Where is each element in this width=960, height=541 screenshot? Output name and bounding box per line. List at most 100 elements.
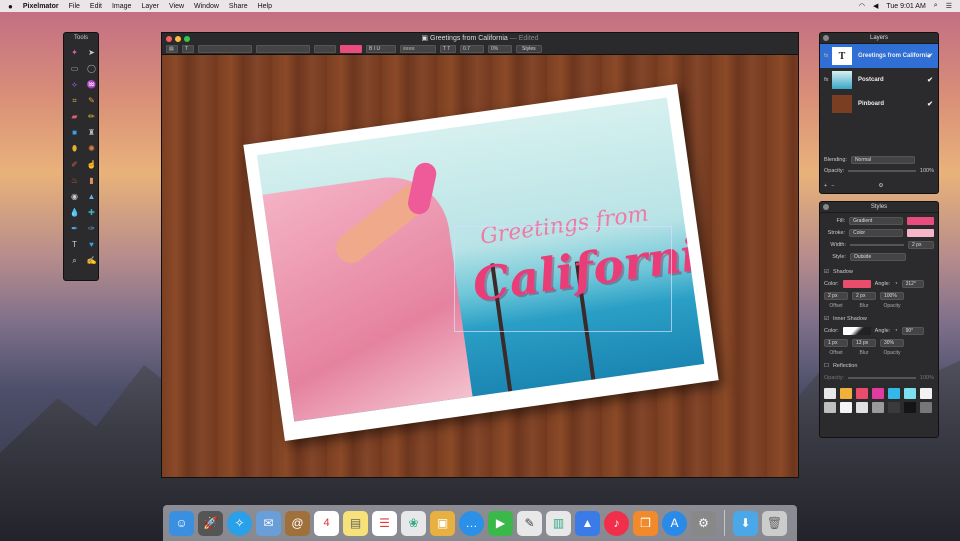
hand-tool-icon[interactable]: ✍ [84,253,99,268]
mail-icon[interactable]: ✉ [256,510,281,536]
style-preset-swatch[interactable] [824,402,836,413]
contacts-icon[interactable]: @ [285,510,310,536]
menu-help[interactable]: Help [258,3,272,10]
layer-actions-icon[interactable]: ⚙ [878,183,883,189]
reflection-opacity-value[interactable]: 100% [920,375,934,381]
safari-icon[interactable]: ✧ [227,510,252,536]
pixelmator-icon[interactable]: ▣ [430,510,455,536]
blending-select[interactable]: Normal [850,155,915,164]
rect-select-icon[interactable]: ▭ [67,61,82,76]
spacing-field[interactable]: 0.7 [460,44,484,53]
style-preset-swatch[interactable] [888,402,900,413]
style-preset-swatch[interactable] [856,402,868,413]
style-preset-swatch[interactable] [888,388,900,399]
inner-shadow-blur-field[interactable]: 13 px [852,339,876,347]
sharpen-icon[interactable]: ▲ [84,189,99,204]
shadow-offset-field[interactable]: 2 px [824,292,848,300]
layer-row[interactable]: fx Postcard ✔ [820,68,938,92]
zoom-icon[interactable]: ⌕ [67,253,82,268]
angle-dial-icon[interactable]: ◔ [894,328,897,334]
notes-icon[interactable]: ▤ [343,510,368,536]
wifi-icon[interactable]: ◠ [859,2,865,10]
color-picker-icon[interactable]: ♥ [84,237,99,252]
bold-italic-underline[interactable]: B I U [366,44,396,53]
tool-options-icon[interactable]: ▤ [166,44,178,53]
fx-icon[interactable]: fx [824,53,832,59]
shadow-blur-field[interactable]: 2 px [852,292,876,300]
keynote-icon[interactable]: ▲ [575,510,600,536]
fill-color-swatch[interactable] [907,217,935,225]
style-preset-swatch[interactable] [904,388,916,399]
remove-layer-icon[interactable]: − [831,183,834,189]
visibility-checkbox[interactable]: ✔ [927,52,933,60]
stamp-icon[interactable]: ♜ [84,125,99,140]
inner-shadow-checkbox[interactable]: ☑ [824,316,829,322]
app-menu[interactable]: Pixelmator [23,3,59,10]
reminders-icon[interactable]: ☰ [372,510,397,536]
calendar-icon[interactable]: 4 [314,510,339,536]
pencil-icon[interactable]: ✏ [84,109,99,124]
magnetic-lasso-icon[interactable]: ♒ [84,77,99,92]
reflection-checkbox[interactable]: ☐ [824,363,829,369]
style-preset-swatch[interactable] [824,388,836,399]
clock[interactable]: Tue 9:01 AM [886,3,925,10]
app-store-icon[interactable]: A [662,510,687,536]
smudge-icon[interactable]: ☝ [84,157,99,172]
red-eye-icon[interactable]: ◉ [67,189,82,204]
type-icon[interactable]: T [182,44,194,53]
angle-dial-icon[interactable]: ◔ [894,281,897,287]
messages-icon[interactable]: … [459,510,484,536]
search-icon[interactable]: ⌕ [934,2,938,10]
font-size-field[interactable] [314,44,336,53]
style-preset-swatch[interactable] [904,402,916,413]
menu-window[interactable]: Window [194,3,219,10]
width-slider[interactable] [850,244,904,246]
tracking-field[interactable]: 0% [488,44,512,53]
launchpad-icon[interactable]: 🚀 [198,510,223,536]
style-preset-swatch[interactable] [840,402,852,413]
menu-edit[interactable]: Edit [90,3,102,10]
eyedropper-icon[interactable]: ✎ [84,93,99,108]
freeform-pen-icon[interactable]: ✑ [84,221,99,236]
styles-button[interactable]: Styles [516,44,542,53]
inner-shadow-opacity-field[interactable]: 30% [880,339,904,347]
style-preset-swatch[interactable] [856,388,868,399]
paint-bucket-icon[interactable]: ⬮ [67,141,82,156]
system-preferences-icon[interactable]: ⚙ [691,510,716,536]
menu-file[interactable]: File [69,3,80,10]
shape-icon[interactable]: ■ [67,125,82,140]
font-family-select[interactable] [198,44,252,53]
inner-shadow-offset-field[interactable]: 1 px [824,339,848,347]
layer-row[interactable]: Pinboard ✔ [820,92,938,116]
case-buttons[interactable]: T T [440,44,456,53]
style-preset-swatch[interactable] [872,388,884,399]
text-color-swatch[interactable] [340,44,362,53]
close-icon[interactable] [823,35,829,41]
visibility-checkbox[interactable]: ✔ [927,76,933,84]
burn-icon[interactable]: ♨ [67,173,82,188]
shadow-angle-field[interactable]: 312° [901,280,924,288]
downloads-folder-icon[interactable]: ⬇ [733,510,758,536]
photos-icon[interactable]: ❀ [401,510,426,536]
shadow-color-swatch[interactable] [842,280,871,288]
menu-layer[interactable]: Layer [141,3,159,10]
crop-icon[interactable]: ⌗ [67,93,82,108]
notification-center-icon[interactable]: ☰ [946,2,952,10]
menu-view[interactable]: View [169,3,184,10]
pages-icon[interactable]: ✎ [517,510,542,536]
menu-share[interactable]: Share [229,3,248,10]
style-preset-swatch[interactable] [872,402,884,413]
shadow-opacity-field[interactable]: 100% [880,292,904,300]
visibility-checkbox[interactable]: ✔ [927,100,933,108]
finder-icon[interactable]: ☺ [169,510,194,536]
fill-select[interactable]: Gradient [849,217,904,225]
style-preset-swatch[interactable] [920,402,932,413]
ellipse-select-icon[interactable]: ◯ [84,61,99,76]
itunes-icon[interactable]: ♪ [604,510,629,536]
pen-icon[interactable]: ✒ [67,221,82,236]
style-preset-swatch[interactable] [920,388,932,399]
ibooks-icon[interactable]: ❒ [633,510,658,536]
sponge-icon[interactable]: ▮ [84,173,99,188]
arrow-tool-icon[interactable]: ➤ [84,45,99,60]
stroke-select[interactable]: Color [849,229,904,237]
